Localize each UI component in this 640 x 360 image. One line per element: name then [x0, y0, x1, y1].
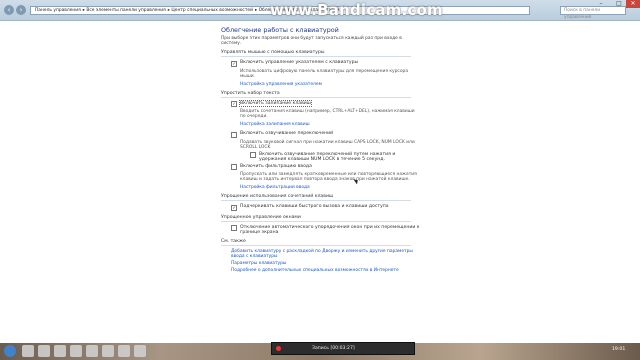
sticky-keys-settings-link[interactable]: Настройка залипания клавиш [240, 122, 421, 127]
option-description: Вводить сочетания клавиш (например, CTRL… [240, 109, 415, 119]
search-placeholder: Поиск в панели управления [564, 8, 601, 20]
checkbox-label[interactable]: Подчеркивать клавиши быстрого вызова и к… [240, 204, 389, 209]
forward-icon[interactable]: › [16, 5, 26, 15]
mouse-keys-checkbox[interactable] [231, 60, 237, 67]
section-title: Упростить набор текста [221, 90, 280, 96]
option-description: Подавать звуковой сигнал при нажатии кла… [240, 139, 415, 150]
sticky-keys-option[interactable]: Включить залипание клавиш [231, 99, 421, 107]
section-shortcuts: Упрощение использования сочетаний клавиш… [221, 194, 421, 211]
divider [221, 220, 411, 222]
toggle-keys-checkbox[interactable] [231, 131, 237, 138]
section-title: См. также [221, 238, 246, 244]
section-title: Упрощение использования сочетаний клавиш [221, 194, 334, 199]
section-see-also: См. также Добавить клавиатуру с раскладк… [221, 239, 421, 273]
see-also-link-online[interactable]: Подробнее о дополнительных специальных в… [231, 268, 421, 273]
checkbox-label[interactable]: Отключение автоматического упорядочения … [240, 225, 421, 235]
section-title: Упрощенное управление окнами [221, 214, 301, 220]
breadcrumb-item[interactable]: Все элементы панели управления [86, 8, 165, 13]
breadcrumb-item[interactable]: Панель управления [35, 8, 81, 13]
checkbox-label[interactable]: Включить озвучивание переключений [240, 131, 333, 136]
see-also-link-keyboard-settings[interactable]: Параметры клавиатуры [231, 261, 421, 266]
see-also-link-dvorak[interactable]: Добавить клавиатуру с раскладкой по Двор… [231, 249, 421, 259]
option-description: Пропускать или замедлять кратковременные… [240, 172, 417, 182]
section-typing: Упростить набор текста Включить залипани… [221, 90, 421, 190]
snap-option[interactable]: Отключение автоматического упорядочения … [231, 225, 421, 235]
section-mouse: Управлять мышью с помощью клавиатуры Вкл… [221, 50, 421, 87]
taskbar-app-icon[interactable] [118, 345, 130, 357]
taskbar-app-icon[interactable] [102, 345, 114, 357]
checkbox-label[interactable]: Включить фильтрацию ввода [240, 164, 312, 169]
recording-toolbar[interactable]: Запись [00:03:27] [271, 342, 415, 355]
divider [221, 96, 411, 98]
taskbar-app-icon[interactable] [38, 345, 50, 357]
underline-shortcuts-checkbox[interactable] [231, 204, 237, 211]
start-icon[interactable] [4, 345, 16, 357]
divider [221, 200, 411, 201]
record-icon[interactable] [276, 346, 281, 351]
breadcrumb-item[interactable]: Центр специальных возможностей [171, 8, 253, 13]
filter-keys-settings-link[interactable]: Настройка фильтрации ввода [240, 185, 421, 190]
snap-checkbox[interactable] [231, 225, 237, 231]
page-title: Облегчение работы с клавиатурой [221, 26, 339, 34]
taskbar-app-icon[interactable] [70, 345, 82, 357]
toggle-keys-numlock-option[interactable]: Включить озвучивание переключений путем … [250, 152, 421, 162]
checkbox-label[interactable]: Включить залипание клавиш [239, 99, 312, 107]
taskbar-app-icon[interactable] [134, 345, 146, 357]
main-content: Облегчение работы с клавиатурой При выбо… [221, 22, 421, 275]
mouse-keys-option[interactable]: Включить управление указателем с клавиат… [231, 60, 421, 67]
close-icon[interactable]: ✕ [626, 0, 640, 8]
toggle-keys-option[interactable]: Включить озвучивание переключений [231, 131, 421, 138]
filter-keys-checkbox[interactable] [231, 164, 237, 170]
minimize-icon[interactable]: – [592, 0, 610, 8]
divider [221, 56, 411, 57]
sticky-keys-checkbox[interactable] [231, 101, 237, 107]
taskbar-app-icon[interactable] [54, 345, 66, 357]
taskbar-app-icon[interactable] [22, 345, 34, 357]
divider [221, 244, 411, 246]
system-clock[interactable]: 19:01 [612, 347, 625, 352]
mouse-keys-settings-link[interactable]: Настройка управления указателем [240, 82, 421, 87]
filter-keys-option[interactable]: Включить фильтрацию ввода [231, 164, 421, 170]
checkbox-label[interactable]: Включить озвучивание переключений путем … [259, 152, 421, 162]
taskbar-app-icon[interactable] [86, 345, 98, 357]
checkbox-label[interactable]: Включить управление указателем с клавиат… [240, 60, 358, 65]
back-icon[interactable]: ‹ [4, 5, 14, 15]
section-title: Управлять мышью с помощью клавиатуры [221, 50, 325, 55]
section-windows: Упрощенное управление окнами Отключение … [221, 215, 421, 235]
option-description: Использовать цифровую панель клавиатуры … [240, 68, 409, 79]
watermark: www.Bandicam.com [270, 1, 443, 19]
toggle-keys-numlock-checkbox[interactable] [250, 152, 256, 158]
page-description: При выборе этих параметров они будут зап… [221, 36, 402, 46]
recording-label: Запись [00:03:27] [312, 346, 355, 351]
underline-shortcuts-option[interactable]: Подчеркивать клавиши быстрого вызова и к… [231, 204, 421, 211]
